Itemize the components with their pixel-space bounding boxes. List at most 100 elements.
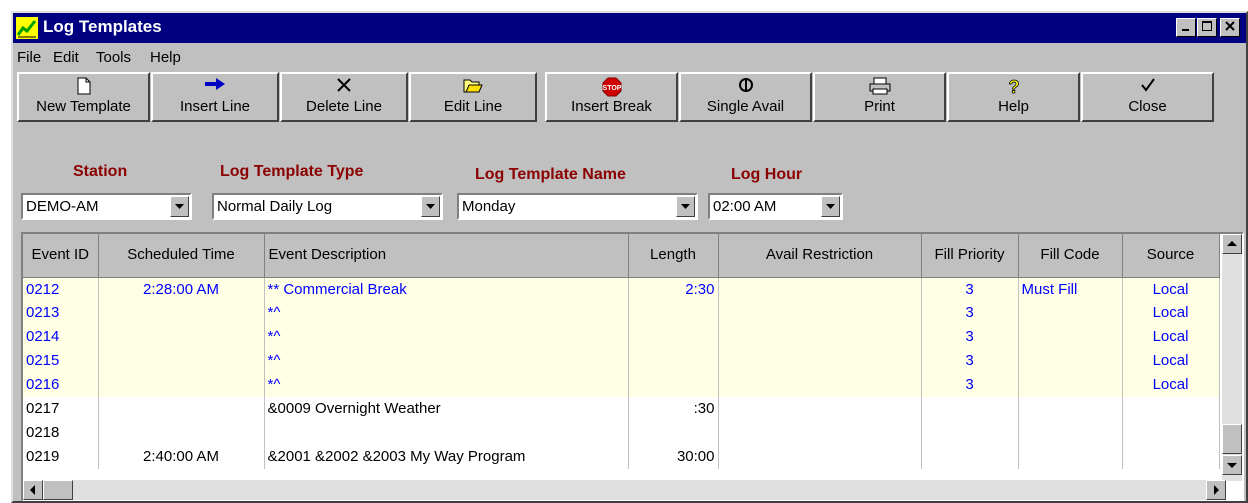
hscroll-thumb[interactable] [43,480,73,500]
cell-source[interactable] [1122,397,1220,421]
close-window-button[interactable] [1220,18,1240,37]
cell-fill-priority[interactable] [921,445,1019,469]
delete-line-button[interactable]: Delete Line [280,72,408,122]
cell-avail-restriction[interactable] [718,277,922,301]
cell-event-description[interactable]: *^ [264,301,629,325]
cell-event-description[interactable]: ** Commercial Break [264,277,629,301]
cell-event-description[interactable]: &0009 Overnight Weather [264,397,629,421]
cell-scheduled-time[interactable] [98,373,265,397]
cell-scheduled-time[interactable] [98,397,265,421]
cell-scheduled-time[interactable] [98,421,265,445]
cell-event-description[interactable]: &2001 &2002 &2003 My Way Program [264,445,629,469]
cell-fill-priority[interactable]: 3 [921,277,1019,301]
cell-scheduled-time[interactable] [98,349,265,373]
log-template-name-select[interactable]: Monday [457,193,698,220]
cell-event-description[interactable] [264,421,629,445]
new-template-button[interactable]: New Template [17,72,150,122]
cell-avail-restriction[interactable] [718,397,922,421]
menu-file[interactable]: File [17,49,41,66]
scroll-down-button[interactable] [1222,455,1242,475]
cell-event-id[interactable]: 0218 [23,421,99,445]
col-length[interactable]: Length [628,234,719,278]
insert-break-button[interactable]: STOP Insert Break [545,72,678,122]
cell-scheduled-time[interactable]: 2:40:00 AM [98,445,265,469]
col-fill-priority[interactable]: Fill Priority [921,234,1019,278]
menu-edit[interactable]: Edit [53,49,79,66]
cell-fill-code[interactable] [1018,397,1123,421]
cell-length[interactable] [628,301,719,325]
cell-event-id[interactable]: 0219 [23,445,99,469]
edit-line-button[interactable]: Edit Line [409,72,537,122]
table-row[interactable]: 0216 *^ 3 Local [23,373,1220,397]
cell-source[interactable]: Local [1122,349,1220,373]
cell-event-id[interactable]: 0216 [23,373,99,397]
cell-avail-restriction[interactable] [718,325,922,349]
cell-length[interactable]: :30 [628,397,719,421]
table-row[interactable]: 0212 2:28:00 AM ** Commercial Break 2:30 3 Mu… [23,277,1220,301]
cell-length[interactable] [628,325,719,349]
cell-fill-code[interactable] [1018,373,1123,397]
horizontal-scrollbar[interactable] [23,480,1226,500]
cell-event-description[interactable]: *^ [264,325,629,349]
menu-help[interactable]: Help [150,49,181,66]
log-template-type-select[interactable]: Normal Daily Log [212,193,443,220]
col-avail-restriction[interactable]: Avail Restriction [718,234,922,278]
cell-event-id[interactable]: 0214 [23,325,99,349]
cell-event-id[interactable]: 0215 [23,349,99,373]
cell-source[interactable]: Local [1122,325,1220,349]
cell-fill-code[interactable] [1018,421,1123,445]
cell-fill-priority[interactable] [921,397,1019,421]
cell-fill-code[interactable] [1018,349,1123,373]
vertical-scrollbar[interactable] [1222,234,1242,481]
cell-event-id[interactable]: 0217 [23,397,99,421]
log-hour-select[interactable]: 02:00 AM [708,193,843,220]
table-row[interactable]: 0219 2:40:00 AM &2001 &2002 &2003 My Way P… [23,445,1220,469]
cell-fill-priority[interactable]: 3 [921,349,1019,373]
cell-event-description[interactable]: *^ [264,349,629,373]
col-event-id[interactable]: Event ID [23,234,99,278]
cell-avail-restriction[interactable] [718,445,922,469]
cell-event-id[interactable]: 0213 [23,301,99,325]
single-avail-button[interactable]: Single Avail [679,72,812,122]
cell-length[interactable] [628,373,719,397]
cell-event-description[interactable]: *^ [264,373,629,397]
scroll-up-button[interactable] [1222,234,1242,254]
col-event-description[interactable]: Event Description [264,234,629,278]
close-button[interactable]: Close [1081,72,1214,122]
name-dropdown-button[interactable] [676,196,695,217]
cell-fill-code[interactable] [1018,301,1123,325]
cell-scheduled-time[interactable] [98,325,265,349]
cell-event-id[interactable]: 0212 [23,277,99,301]
table-row[interactable]: 0214 *^ 3 Local [23,325,1220,349]
title-bar[interactable]: Log Templates [13,13,1246,43]
col-fill-code[interactable]: Fill Code [1018,234,1123,278]
cell-length[interactable]: 2:30 [628,277,719,301]
cell-avail-restriction[interactable] [718,421,922,445]
cell-avail-restriction[interactable] [718,301,922,325]
cell-fill-code[interactable]: Must Fill [1018,277,1123,301]
cell-source[interactable] [1122,421,1220,445]
scroll-left-button[interactable] [23,480,43,500]
col-scheduled-time[interactable]: Scheduled Time [98,234,265,278]
cell-length[interactable]: 30:00 [628,445,719,469]
cell-scheduled-time[interactable] [98,301,265,325]
hour-dropdown-button[interactable] [821,196,840,217]
cell-length[interactable] [628,421,719,445]
table-row[interactable]: 0217 &0009 Overnight Weather:30 [23,397,1220,421]
cell-fill-priority[interactable]: 3 [921,301,1019,325]
cell-source[interactable]: Local [1122,301,1220,325]
cell-length[interactable] [628,349,719,373]
insert-line-button[interactable]: Insert Line [151,72,279,122]
cell-fill-code[interactable] [1018,325,1123,349]
cell-fill-priority[interactable]: 3 [921,373,1019,397]
cell-avail-restriction[interactable] [718,373,922,397]
log-events-grid[interactable]: Event ID Scheduled Time Event Descriptio… [21,232,1244,501]
cell-scheduled-time[interactable]: 2:28:00 AM [98,277,265,301]
table-row[interactable]: 0218 [23,421,1220,445]
menu-tools[interactable]: Tools [96,49,131,66]
cell-source[interactable] [1122,445,1220,469]
scroll-right-button[interactable] [1206,480,1226,500]
print-button[interactable]: Print [813,72,946,122]
col-source[interactable]: Source [1122,234,1220,278]
cell-fill-priority[interactable]: 3 [921,325,1019,349]
